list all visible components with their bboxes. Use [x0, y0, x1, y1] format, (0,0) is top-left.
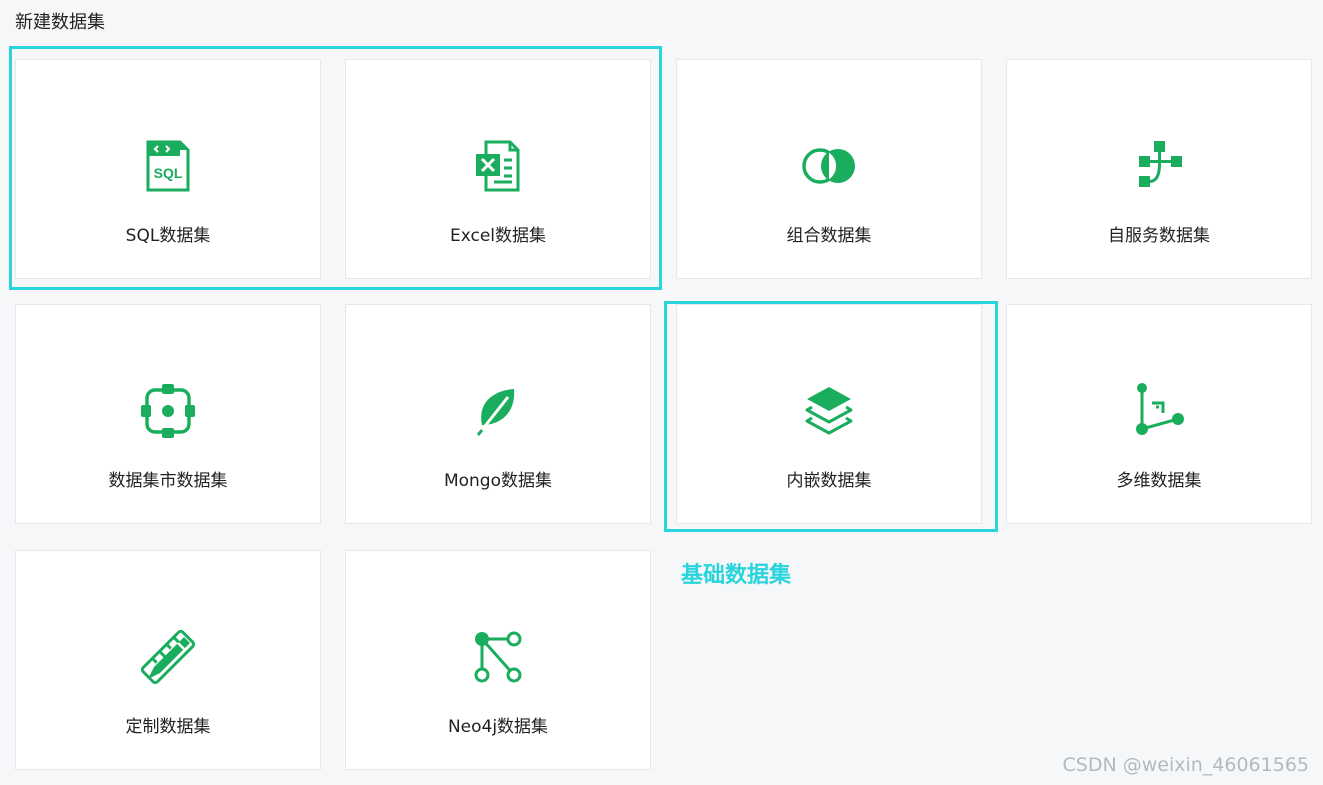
flow-tree-icon [1129, 136, 1189, 196]
annotation-label: 基础数据集 [681, 563, 792, 588]
ruler-pencil-icon [138, 627, 198, 687]
card-mongo-dataset[interactable]: Mongo数据集 [345, 304, 651, 524]
card-label: Neo4j数据集 [447, 717, 549, 737]
card-custom-dataset[interactable]: 定制数据集 [15, 550, 321, 770]
card-excel-dataset[interactable]: Excel数据集 [345, 59, 651, 279]
watermark: CSDN @weixin_46061565 [1062, 754, 1310, 776]
card-label: 组合数据集 [786, 226, 872, 246]
card-sql-dataset[interactable]: SQL SQL数据集 [15, 59, 321, 279]
card-neo4j-dataset[interactable]: Neo4j数据集 [345, 550, 651, 770]
card-label: 数据集市数据集 [108, 471, 228, 491]
card-label: SQL数据集 [125, 226, 211, 246]
card-label: Excel数据集 [449, 226, 547, 246]
card-multidim-dataset[interactable]: 多维数据集 [1006, 304, 1312, 524]
leaf-icon [468, 381, 528, 441]
page-title: 新建数据集 [15, 12, 105, 33]
card-embedded-dataset[interactable]: 内嵌数据集 [676, 304, 982, 524]
sql-file-icon: SQL [138, 136, 198, 196]
card-datamart-dataset[interactable]: 数据集市数据集 [15, 304, 321, 524]
card-label: 内嵌数据集 [786, 471, 872, 491]
card-label: Mongo数据集 [443, 471, 553, 491]
excel-file-icon [468, 136, 528, 196]
card-label: 自服务数据集 [1108, 226, 1210, 246]
overlap-circles-icon [799, 136, 859, 196]
card-label: 多维数据集 [1116, 471, 1202, 491]
card-label: 定制数据集 [125, 717, 211, 737]
card-self-service-dataset[interactable]: 自服务数据集 [1006, 59, 1312, 279]
card-combined-dataset[interactable]: 组合数据集 [676, 59, 982, 279]
graph-nodes-icon [468, 627, 528, 687]
svg-text:SQL: SQL [154, 165, 183, 181]
axis-nodes-icon [1129, 381, 1189, 441]
target-frame-icon [138, 381, 198, 441]
layers-icon [799, 381, 859, 441]
